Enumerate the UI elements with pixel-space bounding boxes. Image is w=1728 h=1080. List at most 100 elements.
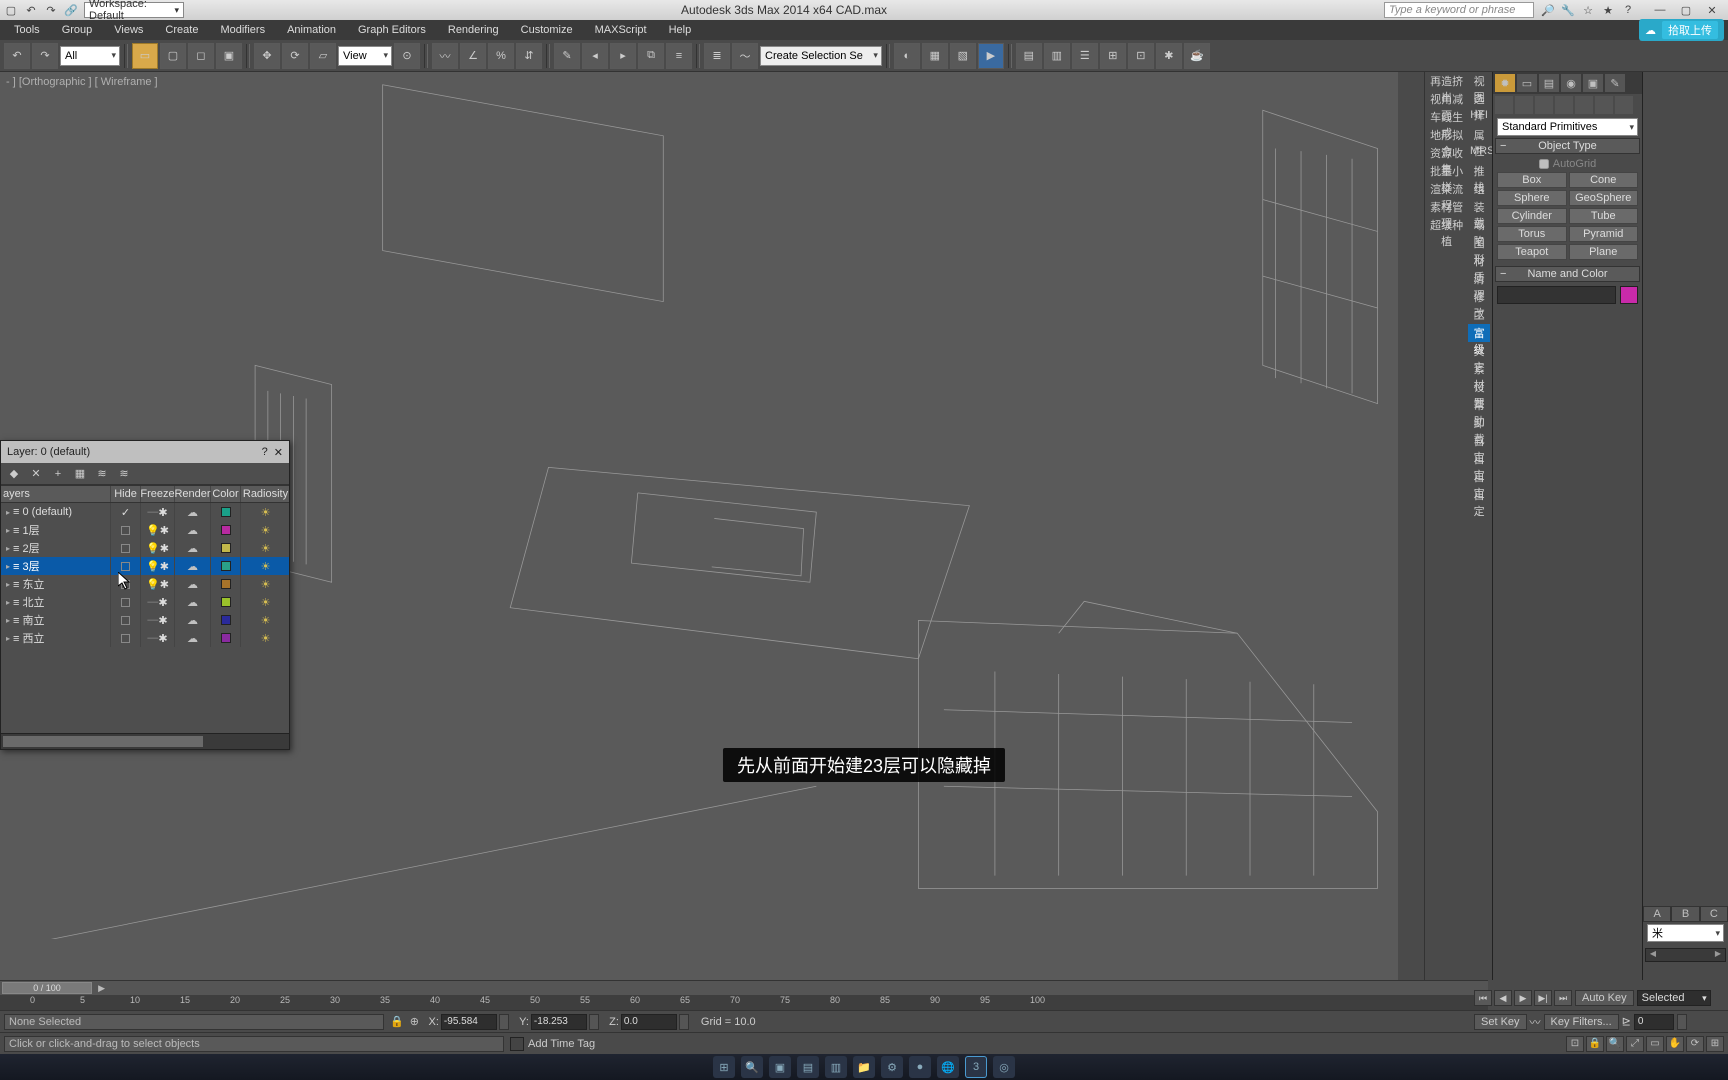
key-curve-icon[interactable]: 〰 <box>1530 1014 1541 1030</box>
star-icon[interactable]: ☆ <box>1580 2 1596 18</box>
menu-graph-editors[interactable]: Graph Editors <box>348 22 436 38</box>
select-name-button[interactable]: ▢ <box>160 43 186 69</box>
y-spinner[interactable] <box>589 1014 599 1030</box>
side-item-20b[interactable]: 自定 <box>1468 432 1490 450</box>
render-prod-button[interactable]: ▶ <box>978 43 1004 69</box>
menu-animation[interactable]: Animation <box>277 22 346 38</box>
side-item-10b[interactable]: 材质 <box>1468 252 1490 270</box>
prim-tube[interactable]: Tube <box>1569 208 1639 224</box>
coord-z-input[interactable] <box>621 1014 677 1030</box>
nav-pan-icon[interactable]: ✋ <box>1666 1036 1684 1052</box>
side-item-6b[interactable]: 组 <box>1468 180 1490 198</box>
snap-button[interactable]: 〰 <box>432 43 458 69</box>
side-item-22b[interactable]: 自定 <box>1468 468 1490 486</box>
autogrid-checkbox[interactable]: AutoGrid <box>1497 158 1638 170</box>
layer-dialog-titlebar[interactable]: Layer: 0 (default) ? ✕ <box>1 441 289 463</box>
menu-help[interactable]: Help <box>659 22 702 38</box>
side-item-23a[interactable] <box>1425 486 1468 504</box>
side-item-3b[interactable]: 属性 <box>1468 126 1490 144</box>
setkey-button[interactable]: Set Key <box>1474 1014 1527 1030</box>
close-button[interactable]: ✕ <box>1700 2 1724 18</box>
side-item-4b[interactable]: MRS <box>1468 144 1490 162</box>
prim-box[interactable]: Box <box>1497 172 1567 188</box>
named-sel-open[interactable]: ✎ <box>554 43 580 69</box>
coord-x-input[interactable] <box>441 1014 497 1030</box>
menu-maxscript[interactable]: MAXScript <box>585 22 657 38</box>
favorites-icon[interactable]: ★ <box>1600 2 1616 18</box>
side-item-18a[interactable] <box>1425 396 1468 414</box>
side-item-5b[interactable]: 推栈 <box>1468 162 1490 180</box>
new-layer-icon[interactable]: ◆ <box>5 465 23 483</box>
side-item-22a[interactable] <box>1425 468 1468 486</box>
select-object-button[interactable]: ▭ <box>132 43 158 69</box>
menu-modifiers[interactable]: Modifiers <box>210 22 275 38</box>
search-icon[interactable]: 🔎 <box>1540 2 1556 18</box>
x-spinner[interactable] <box>499 1014 509 1030</box>
side-item-13a[interactable] <box>1425 306 1468 324</box>
move-button[interactable]: ✥ <box>254 43 280 69</box>
side-item-0b[interactable]: 视图 <box>1468 72 1490 90</box>
side-item-16b[interactable]: 素材 <box>1468 360 1490 378</box>
layer-row[interactable]: ▸≡ 1层💡 ✱☁☀ <box>1 521 289 539</box>
nav-isolate-icon[interactable]: ⊡ <box>1566 1036 1584 1052</box>
layer-row[interactable]: ▸≡ 北立— ✱☁☀ <box>1 593 289 611</box>
rollout-name-color[interactable]: Name and Color <box>1495 266 1640 282</box>
time-tag-icon[interactable] <box>510 1037 524 1051</box>
layer-hscrollbar[interactable] <box>1 733 289 749</box>
render-frame-button[interactable]: ▧ <box>950 43 976 69</box>
rollout-object-type[interactable]: Object Type <box>1495 138 1640 154</box>
select-rect-button[interactable]: ◻ <box>188 43 214 69</box>
mirror-button[interactable]: ⧉ <box>638 43 664 69</box>
key-icon[interactable]: 🔧 <box>1560 2 1576 18</box>
taskbar-item-10[interactable]: ◎ <box>993 1056 1015 1078</box>
tab-display[interactable]: ▣ <box>1583 74 1603 92</box>
help-icon[interactable]: ? <box>1620 2 1636 18</box>
tab-modify[interactable]: ▭ <box>1517 74 1537 92</box>
infocenter-search[interactable]: Type a keyword or phrase <box>1384 2 1534 18</box>
curve-editor-button[interactable]: 〜 <box>732 43 758 69</box>
dialog-close-button[interactable]: ✕ <box>274 446 283 459</box>
taskbar-item-0[interactable]: ⊞ <box>713 1056 735 1078</box>
add-time-tag[interactable]: Add Time Tag <box>528 1038 595 1050</box>
minimize-button[interactable]: — <box>1648 2 1672 18</box>
prim-torus[interactable]: Torus <box>1497 226 1567 242</box>
share-button[interactable]: ☁ 拾取上传 <box>1639 19 1724 41</box>
side-item-19b[interactable]: 卸载 <box>1468 414 1490 432</box>
align-button[interactable]: ≡ <box>666 43 692 69</box>
layer-row[interactable]: ▸≡ 西立— ✱☁☀ <box>1 629 289 647</box>
prim-cone[interactable]: Cone <box>1569 172 1639 188</box>
taskbar-item-9[interactable]: 3 <box>965 1056 987 1078</box>
side-item-1a[interactable]: 视角减面 <box>1425 90 1468 108</box>
extra-1-button[interactable]: ⊞ <box>1100 43 1126 69</box>
teapot-button[interactable]: ☕ <box>1184 43 1210 69</box>
side-item-2b[interactable]: HFI <box>1468 108 1490 126</box>
props-layer-icon[interactable]: ≋ <box>115 465 133 483</box>
undo-button[interactable]: ↶ <box>4 43 30 69</box>
pivot-button[interactable]: ⊙ <box>394 43 420 69</box>
side-item-21a[interactable] <box>1425 450 1468 468</box>
named-sel-left[interactable]: ◂ <box>582 43 608 69</box>
side-item-14b[interactable]: 富级 <box>1468 324 1490 342</box>
goto-end-button[interactable]: ⏭ <box>1554 990 1572 1006</box>
lock-icon[interactable]: 🔒 <box>390 1015 404 1028</box>
menu-group[interactable]: Group <box>52 22 103 38</box>
taskbar-item-1[interactable]: 🔍 <box>741 1056 763 1078</box>
cat-lights[interactable] <box>1535 96 1553 114</box>
tab-create[interactable]: ✹ <box>1495 74 1515 92</box>
side-item-11b[interactable]: 清理 <box>1468 270 1490 288</box>
strip-scrollbar[interactable] <box>1645 948 1726 962</box>
menu-rendering[interactable]: Rendering <box>438 22 509 38</box>
cat-shapes[interactable] <box>1515 96 1533 114</box>
object-name-input[interactable] <box>1497 286 1616 304</box>
prim-plane[interactable]: Plane <box>1569 244 1639 260</box>
play-button[interactable]: ▶ <box>1514 990 1532 1006</box>
tab-hierarchy[interactable]: ▤ <box>1539 74 1559 92</box>
cat-systems[interactable] <box>1615 96 1633 114</box>
col-freeze[interactable]: Freeze <box>141 486 175 502</box>
taskbar-item-4[interactable]: ▥ <box>825 1056 847 1078</box>
layers-button[interactable]: ≣ <box>704 43 730 69</box>
qat-new-icon[interactable]: ▢ <box>4 3 18 17</box>
unit-dropdown[interactable]: 米 <box>1647 924 1724 942</box>
side-item-21b[interactable]: 自定 <box>1468 450 1490 468</box>
taskbar-item-7[interactable]: ● <box>909 1056 931 1078</box>
